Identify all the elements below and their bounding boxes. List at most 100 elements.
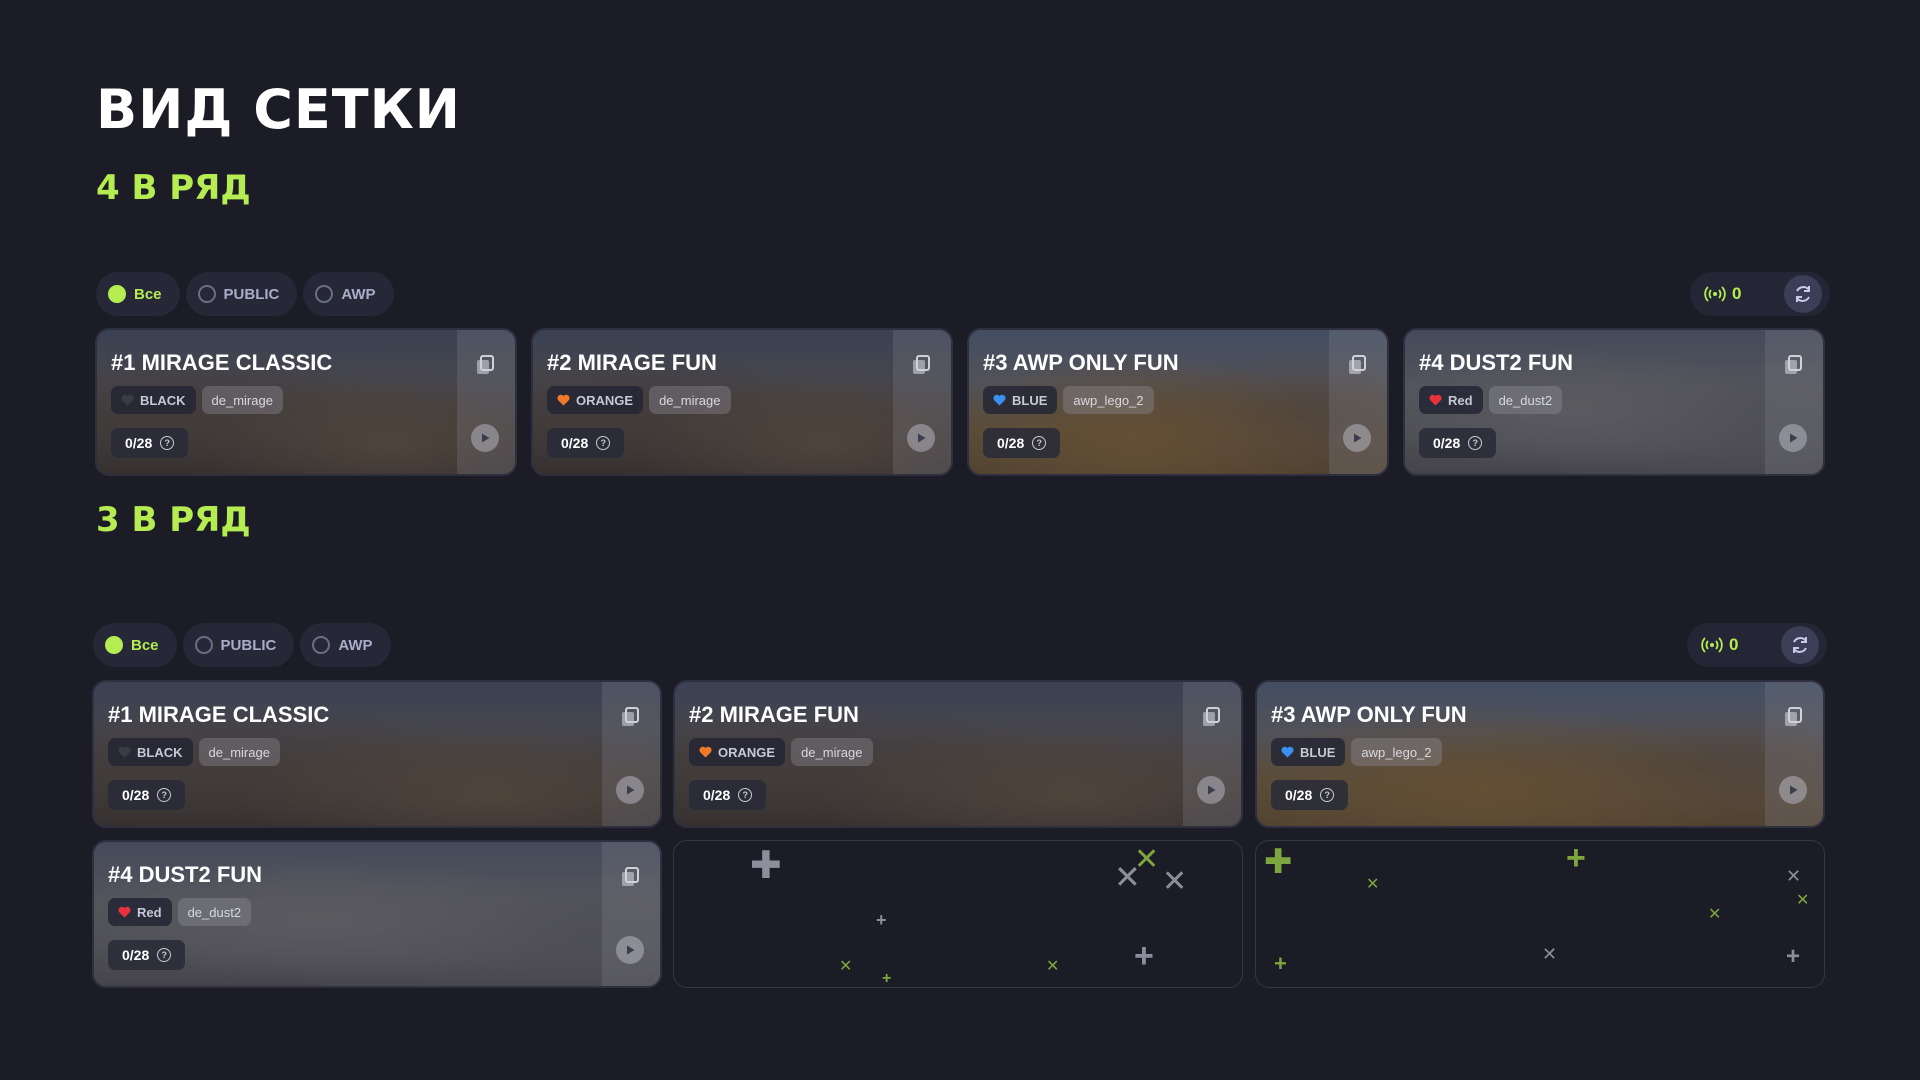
copy-button[interactable] <box>911 354 931 376</box>
radio-icon <box>315 285 334 303</box>
cross-mark: + <box>882 970 892 987</box>
filter-label: AWP <box>338 636 373 654</box>
heart-icon <box>699 746 712 758</box>
copy-button[interactable] <box>1783 354 1803 376</box>
server-card[interactable]: #1 MIRAGE CLASSIC BLACK de_mirage 0/28 ? <box>95 328 517 476</box>
player-count-label: 0/28 <box>1433 435 1461 451</box>
help-icon[interactable]: ? <box>596 436 611 450</box>
player-count: 0/28 ? <box>547 428 625 458</box>
team-label: BLACK <box>140 392 186 408</box>
online-count: 0 <box>1732 284 1742 303</box>
filter-all[interactable]: Все <box>93 623 177 667</box>
copy-button[interactable] <box>620 866 640 888</box>
player-count-label: 0/28 <box>997 435 1025 451</box>
help-icon[interactable]: ? <box>157 948 172 962</box>
team-label: ORANGE <box>576 392 634 408</box>
server-card[interactable]: #2 MIRAGE FUN ORANGE de_mirage 0/28 ? <box>531 328 953 476</box>
play-icon <box>1790 433 1798 443</box>
filter-awp[interactable]: AWP <box>300 623 391 667</box>
refresh-button[interactable] <box>1784 275 1822 313</box>
filter-bar-3: Все PUBLIC AWP <box>93 623 391 667</box>
cross-mark: + <box>1786 943 1801 970</box>
filter-label: Все <box>134 285 162 303</box>
team-badge: Red <box>1419 386 1483 414</box>
empty-slot: ✚ + ✕ + ✕ ✕ ✕ ✕ + <box>673 840 1243 988</box>
map-name: de_mirage <box>201 386 283 414</box>
cross-mark: ✕ <box>1786 866 1802 886</box>
team-label: BLUE <box>1012 392 1048 408</box>
play-button[interactable] <box>471 424 499 452</box>
cross-mark: ✕ <box>1046 958 1060 975</box>
help-icon[interactable]: ? <box>160 436 175 450</box>
server-card[interactable]: #1 MIRAGE CLASSIC BLACK de_mirage 0/28 ? <box>92 680 662 828</box>
team-badge: ORANGE <box>547 386 644 414</box>
player-count-label: 0/28 <box>122 947 150 963</box>
server-card[interactable]: #4 DUST2 FUN Red de_dust2 0/28 ? <box>92 840 662 988</box>
player-count: 0/28 ? <box>1271 780 1349 810</box>
play-button[interactable] <box>1779 776 1807 804</box>
play-button[interactable] <box>616 776 644 804</box>
copy-button[interactable] <box>620 706 640 728</box>
cross-mark: ✕ <box>1162 865 1188 898</box>
server-card[interactable]: #3 AWP ONLY FUN BLUE awp_lego_2 0/28 ? <box>1255 680 1825 828</box>
play-icon <box>627 945 635 955</box>
team-badge: BLUE <box>1271 738 1346 766</box>
server-card[interactable]: #4 DUST2 FUN Red de_dust2 0/28 ? <box>1403 328 1825 476</box>
filter-label: Все <box>131 636 159 654</box>
copy-button[interactable] <box>1201 706 1221 728</box>
copy-button[interactable] <box>1783 706 1803 728</box>
copy-button[interactable] <box>1347 354 1367 376</box>
refresh-button[interactable] <box>1781 626 1819 664</box>
play-button[interactable] <box>1197 776 1225 804</box>
online-panel: 0 <box>1687 623 1827 667</box>
filter-awp[interactable]: AWP <box>303 272 394 316</box>
help-icon[interactable]: ? <box>1320 788 1335 802</box>
cross-mark: + <box>1134 937 1154 975</box>
cross-mark: + <box>876 910 887 930</box>
filter-all[interactable]: Все <box>96 272 180 316</box>
server-title: #1 MIRAGE CLASSIC <box>111 350 333 375</box>
play-button[interactable] <box>1343 424 1371 452</box>
server-title: #4 DUST2 FUN <box>1419 350 1574 375</box>
help-icon[interactable]: ? <box>1468 436 1483 450</box>
help-icon[interactable]: ? <box>738 788 753 802</box>
copy-button[interactable] <box>475 354 495 376</box>
player-count: 0/28 ? <box>108 780 186 810</box>
heart-icon <box>993 394 1006 406</box>
cross-mark: ✕ <box>1542 944 1558 964</box>
help-icon[interactable]: ? <box>1032 436 1047 450</box>
server-card[interactable]: #2 MIRAGE FUN ORANGE de_mirage 0/28 ? <box>673 680 1243 828</box>
copy-icon <box>477 355 494 374</box>
online-count: 0 <box>1729 635 1739 654</box>
cross-mark: + <box>1274 951 1287 976</box>
heart-icon <box>1429 394 1442 406</box>
player-count: 0/28 ? <box>1419 428 1497 458</box>
copy-icon <box>913 355 930 374</box>
copy-icon <box>622 707 639 726</box>
copy-icon <box>1203 707 1220 726</box>
player-count-label: 0/28 <box>125 435 153 451</box>
server-title: #1 MIRAGE CLASSIC <box>108 702 330 727</box>
play-icon <box>1790 785 1798 795</box>
broadcast-icon <box>1701 637 1723 653</box>
play-button[interactable] <box>616 936 644 964</box>
server-card[interactable]: #3 AWP ONLY FUN BLUE awp_lego_2 0/28 ? <box>967 328 1389 476</box>
map-name: de_mirage <box>649 386 731 414</box>
player-count: 0/28 ? <box>111 428 189 458</box>
play-icon <box>918 433 926 443</box>
page-title: ВИД СЕТКИ <box>96 78 461 141</box>
copy-icon <box>1785 707 1802 726</box>
play-icon <box>482 433 490 443</box>
map-name: de_dust2 <box>1488 386 1563 414</box>
server-title: #3 AWP ONLY FUN <box>1271 702 1467 727</box>
radio-icon <box>108 285 126 303</box>
filter-bar-4: Все PUBLIC AWP <box>96 272 394 316</box>
help-icon[interactable]: ? <box>157 788 172 802</box>
map-name: de_mirage <box>198 738 280 766</box>
play-button[interactable] <box>907 424 935 452</box>
filter-label: PUBLIC <box>220 636 277 654</box>
filter-public[interactable]: PUBLIC <box>182 623 295 667</box>
team-label: Red <box>137 904 162 920</box>
filter-public[interactable]: PUBLIC <box>185 272 298 316</box>
play-button[interactable] <box>1779 424 1807 452</box>
